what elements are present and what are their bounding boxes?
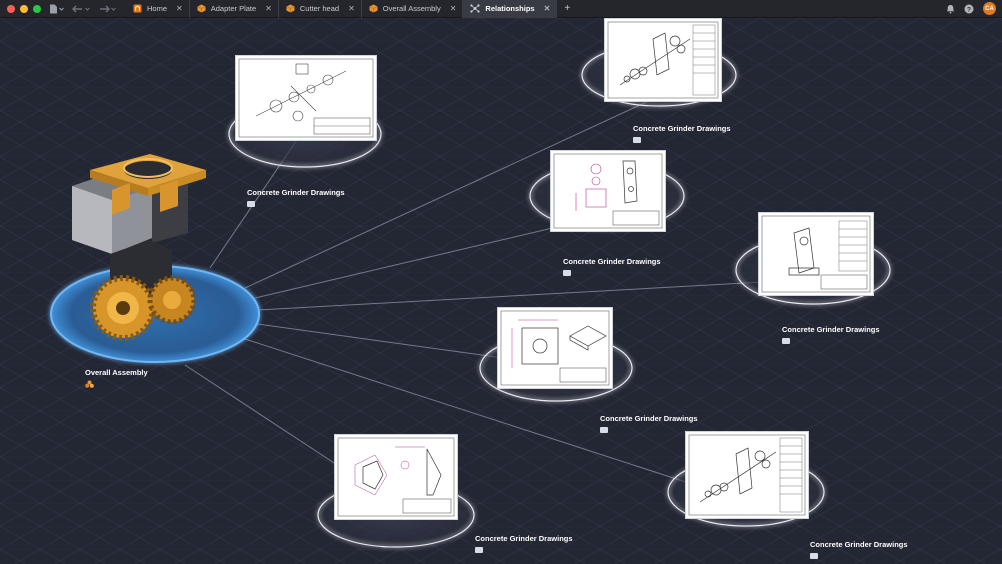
file-menu-button[interactable] bbox=[49, 4, 64, 14]
close-tab-icon[interactable]: ✕ bbox=[544, 4, 551, 13]
part-drawing bbox=[500, 310, 610, 386]
close-tab-icon[interactable]: ✕ bbox=[265, 4, 272, 13]
tab-bar: Home ✕ Adapter Plate ✕ Cutter head ✕ Ove… bbox=[126, 0, 577, 18]
drawing-thumbnail-5[interactable] bbox=[497, 307, 613, 389]
drawing-icon bbox=[475, 547, 483, 553]
assembly-icon bbox=[369, 4, 378, 13]
tab-label: Adapter Plate bbox=[210, 4, 257, 13]
drawing-label[interactable]: Concrete Grinder Drawings bbox=[782, 325, 880, 334]
undo-icon bbox=[72, 5, 82, 12]
relationships-canvas[interactable]: Overall Assembly Concrete Grinder Drawin… bbox=[0, 18, 1002, 564]
chevron-down-icon bbox=[85, 7, 90, 11]
file-icon bbox=[50, 4, 57, 13]
svg-text:?: ? bbox=[967, 6, 971, 13]
drawing-thumbnail-7[interactable] bbox=[685, 431, 809, 519]
tab-overall-assembly[interactable]: Overall Assembly ✕ bbox=[362, 0, 464, 18]
home-icon bbox=[133, 4, 142, 13]
exploded-view-drawing bbox=[238, 58, 374, 138]
user-avatar[interactable]: CA bbox=[983, 2, 996, 15]
tab-home[interactable]: Home ✕ bbox=[126, 0, 190, 18]
window-controls bbox=[7, 4, 41, 13]
part-icon bbox=[286, 4, 295, 13]
tab-relationships[interactable]: Relationships ✕ bbox=[463, 0, 558, 18]
part-drawing bbox=[553, 153, 663, 229]
exploded-view-drawing bbox=[688, 434, 806, 516]
bell-icon[interactable] bbox=[946, 4, 955, 14]
maximize-window-button[interactable] bbox=[33, 4, 41, 13]
part-icon bbox=[197, 4, 206, 13]
drawing-thumbnail-1[interactable] bbox=[235, 55, 377, 141]
part-drawing bbox=[761, 215, 871, 293]
close-tab-icon[interactable]: ✕ bbox=[348, 4, 355, 13]
tab-label: Home bbox=[147, 4, 168, 13]
drawing-label[interactable]: Concrete Grinder Drawings bbox=[247, 188, 345, 197]
part-drawing bbox=[337, 437, 455, 517]
drawing-label[interactable]: Concrete Grinder Drawings bbox=[600, 414, 698, 423]
drawing-icon bbox=[633, 137, 641, 143]
minimize-window-button[interactable] bbox=[20, 4, 28, 13]
drawing-thumbnail-2[interactable] bbox=[604, 18, 722, 102]
assembly-icon bbox=[85, 380, 94, 388]
drawing-icon bbox=[247, 201, 255, 207]
drawing-thumbnail-6[interactable] bbox=[334, 434, 458, 520]
tab-label: Overall Assembly bbox=[382, 4, 441, 13]
redo-icon bbox=[100, 5, 110, 12]
tab-label: Cutter head bbox=[299, 4, 340, 13]
exploded-view-drawing bbox=[607, 21, 719, 99]
drawing-icon bbox=[563, 270, 571, 276]
drawing-icon bbox=[782, 338, 790, 344]
close-tab-icon[interactable]: ✕ bbox=[176, 4, 183, 13]
help-icon[interactable]: ? bbox=[964, 4, 974, 14]
drawing-label[interactable]: Concrete Grinder Drawings bbox=[563, 257, 661, 266]
relationships-icon bbox=[470, 4, 481, 13]
undo-button[interactable] bbox=[72, 5, 90, 13]
drawing-thumbnail-3[interactable] bbox=[550, 150, 666, 232]
close-window-button[interactable] bbox=[7, 4, 15, 13]
tab-label: Relationships bbox=[485, 4, 535, 13]
drawing-icon bbox=[600, 427, 608, 433]
new-tab-button[interactable]: + bbox=[557, 0, 577, 18]
drawing-label[interactable]: Concrete Grinder Drawings bbox=[633, 124, 731, 133]
drawing-label[interactable]: Concrete Grinder Drawings bbox=[475, 534, 573, 543]
chevron-down-icon bbox=[59, 7, 64, 11]
drawing-thumbnail-4[interactable] bbox=[758, 212, 874, 296]
drawing-icon bbox=[810, 553, 818, 559]
tab-cutter-head[interactable]: Cutter head ✕ bbox=[279, 0, 362, 18]
tab-adapter-plate[interactable]: Adapter Plate ✕ bbox=[190, 0, 279, 18]
hub-label[interactable]: Overall Assembly bbox=[85, 368, 148, 377]
chevron-down-icon bbox=[111, 7, 116, 11]
drawing-label[interactable]: Concrete Grinder Drawings bbox=[810, 540, 908, 549]
header-actions: ? CA bbox=[946, 2, 996, 15]
title-bar: Home ✕ Adapter Plate ✕ Cutter head ✕ Ove… bbox=[0, 0, 1002, 18]
redo-button[interactable] bbox=[98, 5, 116, 13]
close-tab-icon[interactable]: ✕ bbox=[450, 4, 457, 13]
